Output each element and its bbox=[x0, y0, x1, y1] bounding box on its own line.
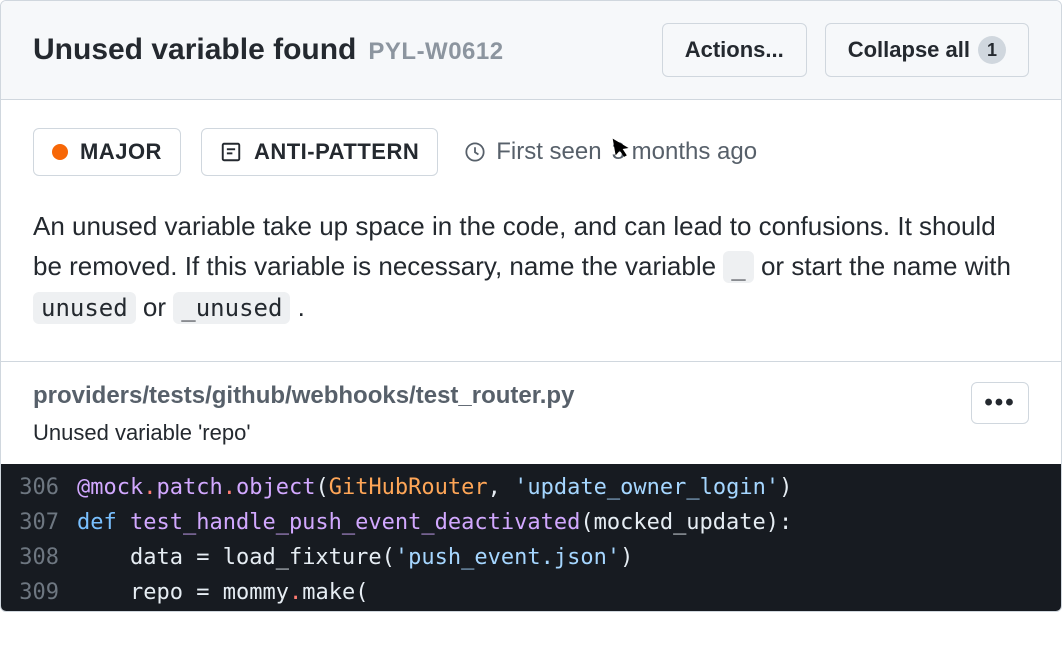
kebab-icon: ••• bbox=[984, 389, 1015, 417]
line-number: 307 bbox=[1, 505, 77, 540]
tok: GitHubRouter bbox=[329, 475, 488, 500]
issue-header: Unused variable found PYL-W0612 Actions.… bbox=[1, 1, 1061, 100]
clock-icon bbox=[464, 141, 486, 163]
tok bbox=[77, 580, 130, 605]
desc-code: unused bbox=[33, 292, 136, 324]
tok: def bbox=[77, 510, 117, 535]
line-content: repo = mommy.make( bbox=[77, 575, 368, 610]
tok: 'push_event.json' bbox=[395, 545, 620, 570]
tok: mommy bbox=[223, 580, 289, 605]
code-line: 309 repo = mommy.make( bbox=[1, 575, 1061, 610]
desc-text: or start the name with bbox=[754, 251, 1011, 281]
file-section: providers/tests/github/webhooks/test_rou… bbox=[1, 362, 1061, 611]
actions-button-label: Actions... bbox=[685, 37, 784, 63]
code-line: 307 def test_handle_push_event_deactivat… bbox=[1, 505, 1061, 540]
severity-dot-icon bbox=[52, 144, 68, 160]
line-content: @mock.patch.object(GitHubRouter, 'update… bbox=[77, 470, 792, 505]
line-number: 306 bbox=[1, 470, 77, 505]
tok: test_handle_push_event_deactivated bbox=[130, 510, 580, 535]
desc-code: _unused bbox=[173, 292, 290, 324]
code-block: 306 @mock.patch.object(GitHubRouter, 'up… bbox=[1, 464, 1061, 611]
severity-label: MAJOR bbox=[80, 139, 162, 165]
category-tag[interactable]: ANTI-PATTERN bbox=[201, 128, 438, 176]
file-header: providers/tests/github/webhooks/test_rou… bbox=[1, 362, 1061, 464]
tok: ) bbox=[620, 545, 633, 570]
tok: ( bbox=[580, 510, 593, 535]
file-path[interactable]: providers/tests/github/webhooks/test_rou… bbox=[33, 382, 574, 410]
file-more-button[interactable]: ••• bbox=[971, 382, 1029, 424]
tok: ( bbox=[382, 545, 395, 570]
first-seen-value: 3 months ago bbox=[612, 138, 757, 166]
issue-body: MAJOR ANTI-PATTERN First seen 3 months a… bbox=[1, 100, 1061, 362]
issue-description: An unused variable take up space in the … bbox=[33, 206, 1029, 327]
tok: @mock bbox=[77, 475, 143, 500]
header-actions: Actions... Collapse all 1 bbox=[662, 23, 1029, 77]
collapse-all-button[interactable]: Collapse all 1 bbox=[825, 23, 1029, 77]
line-number: 308 bbox=[1, 540, 77, 575]
tok: repo bbox=[130, 580, 183, 605]
tok: . bbox=[223, 475, 236, 500]
tok: make bbox=[302, 580, 355, 605]
code-line: 306 @mock.patch.object(GitHubRouter, 'up… bbox=[1, 470, 1061, 505]
tok bbox=[117, 510, 130, 535]
tok: ( bbox=[355, 580, 368, 605]
tok: data bbox=[130, 545, 183, 570]
tags-row: MAJOR ANTI-PATTERN First seen 3 months a… bbox=[33, 128, 1029, 176]
issue-title: Unused variable found bbox=[33, 33, 356, 67]
document-icon bbox=[220, 141, 242, 163]
category-label: ANTI-PATTERN bbox=[254, 139, 419, 165]
tok: . bbox=[289, 580, 302, 605]
line-content: def test_handle_push_event_deactivated(m… bbox=[77, 505, 792, 540]
tok: . bbox=[143, 475, 156, 500]
tok: object bbox=[236, 475, 315, 500]
collapse-count-badge: 1 bbox=[978, 36, 1006, 64]
collapse-all-label: Collapse all bbox=[848, 37, 970, 63]
tok: 'update_owner_login' bbox=[514, 475, 779, 500]
tok: load_fixture bbox=[223, 545, 382, 570]
tok: mocked_update bbox=[594, 510, 766, 535]
tok: = bbox=[183, 545, 223, 570]
tok: ) bbox=[779, 475, 792, 500]
tok: ( bbox=[315, 475, 328, 500]
desc-text: . bbox=[290, 292, 304, 322]
tok bbox=[77, 545, 130, 570]
line-number: 309 bbox=[1, 575, 77, 610]
desc-text: or bbox=[136, 292, 174, 322]
line-content: data = load_fixture('push_event.json') bbox=[77, 540, 633, 575]
issue-code: PYL-W0612 bbox=[368, 38, 503, 66]
tok: = bbox=[183, 580, 223, 605]
issue-title-group: Unused variable found PYL-W0612 bbox=[33, 33, 504, 67]
desc-code: _ bbox=[723, 251, 753, 283]
tok: patch bbox=[156, 475, 222, 500]
file-info: providers/tests/github/webhooks/test_rou… bbox=[33, 382, 574, 446]
tok: ): bbox=[766, 510, 793, 535]
severity-tag[interactable]: MAJOR bbox=[33, 128, 181, 176]
first-seen-label: First seen bbox=[496, 138, 601, 166]
actions-button[interactable]: Actions... bbox=[662, 23, 807, 77]
file-issue-message: Unused variable 'repo' bbox=[33, 420, 574, 446]
first-seen: First seen 3 months ago bbox=[464, 138, 757, 166]
tok: , bbox=[488, 475, 515, 500]
code-line: 308 data = load_fixture('push_event.json… bbox=[1, 540, 1061, 575]
